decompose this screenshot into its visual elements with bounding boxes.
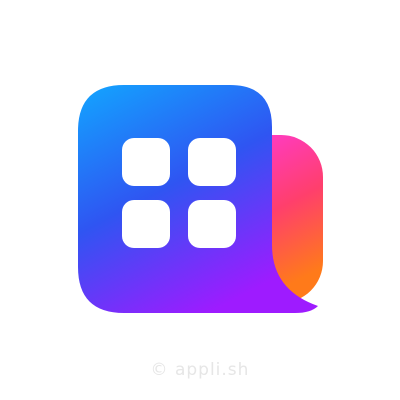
- app-grid-logo: [78, 85, 323, 313]
- grid-tile-bottom-left: [122, 200, 170, 248]
- grid-tile-top-left: [122, 138, 170, 186]
- grid-tile-bottom-right: [188, 200, 236, 248]
- watermark-text: © appli.sh: [150, 360, 250, 380]
- logo-canvas: © appli.sh: [0, 0, 400, 400]
- grid-tile-top-right: [188, 138, 236, 186]
